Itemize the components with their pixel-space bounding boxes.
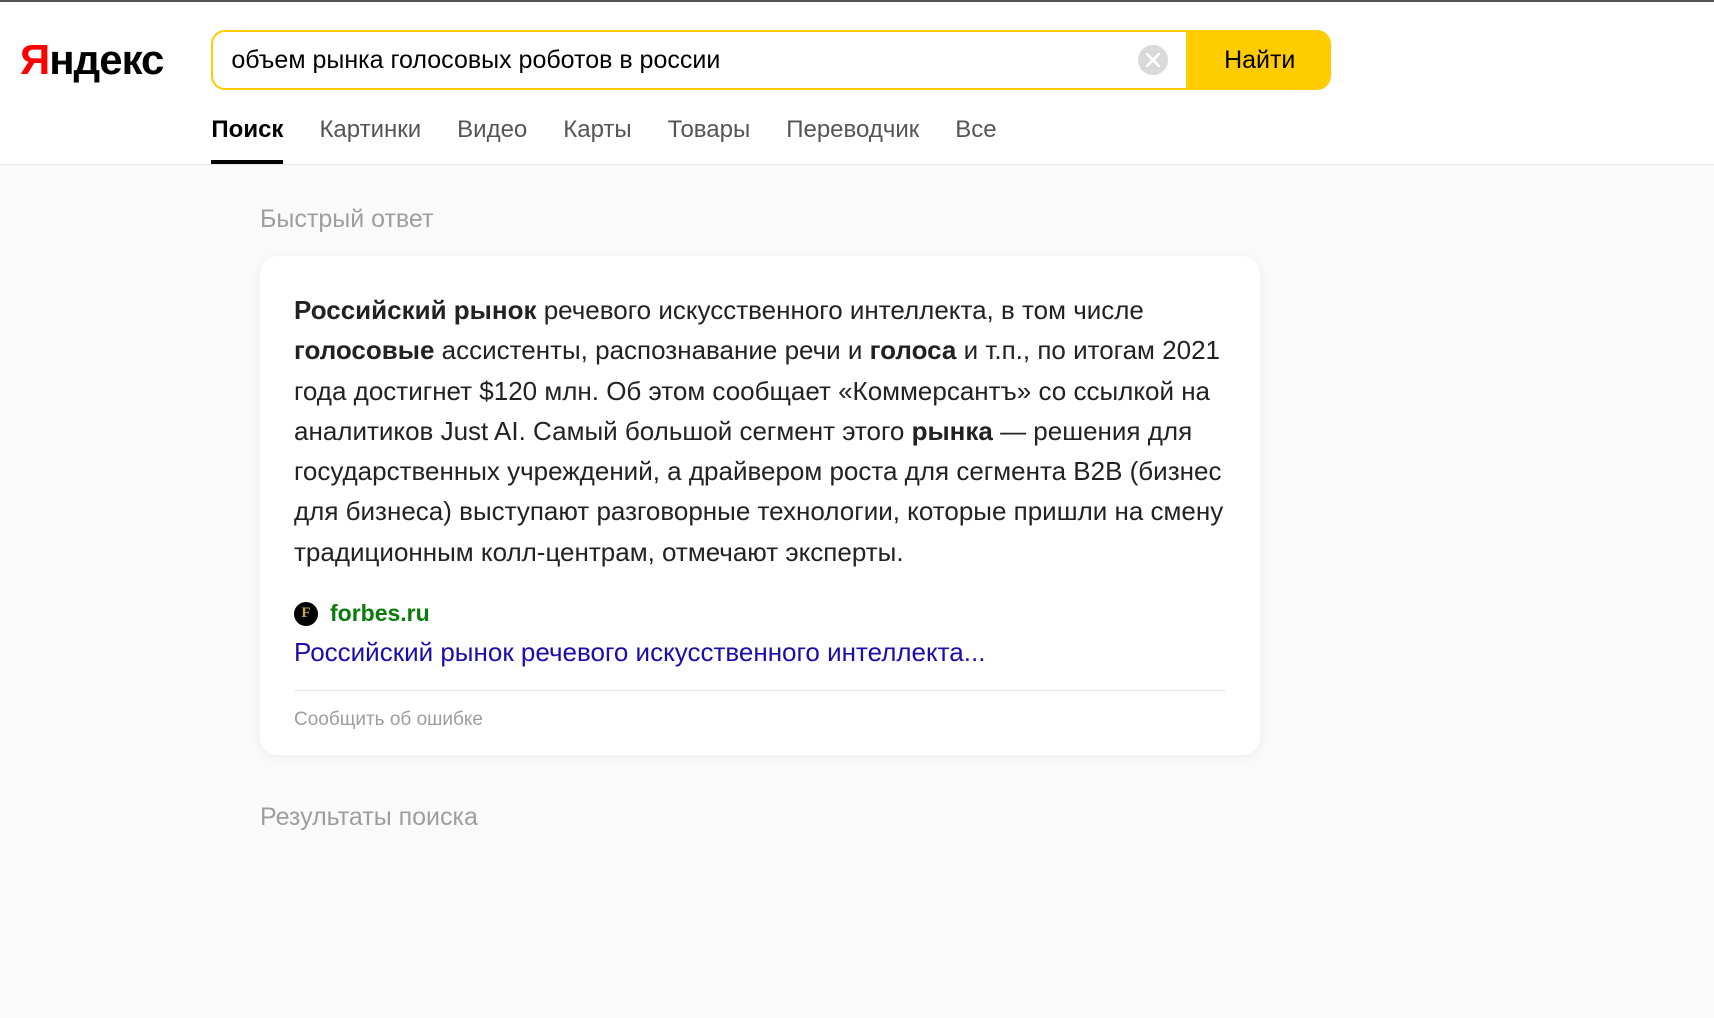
logo-first-char: Я [20,36,49,83]
search-row: Найти [211,30,1331,90]
search-box [211,30,1188,90]
content: Быстрый ответ Российский рынок речевого … [0,165,1400,894]
source-title-link[interactable]: Российский рынок речевого искусственного… [294,637,1226,668]
search-area: Найти Поиск Картинки Видео Карты Товары … [211,30,1331,164]
quick-answer-label: Быстрый ответ [260,205,1380,234]
results-label: Результаты поиска [260,803,1380,832]
source-domain[interactable]: forbes.ru [330,600,430,627]
tab-goods[interactable]: Товары [668,116,751,164]
divider [294,690,1226,691]
logo-rest: ндекс [49,36,163,83]
close-icon [1146,53,1160,67]
tab-all[interactable]: Все [955,116,996,164]
logo[interactable]: Яндекс [20,36,163,84]
source-row: F forbes.ru [294,600,1226,627]
source-favicon: F [294,602,318,626]
quick-answer-card: Российский рынок речевого искусственного… [260,256,1260,755]
tab-video[interactable]: Видео [457,116,527,164]
tab-search[interactable]: Поиск [211,116,283,164]
quick-answer-text: Российский рынок речевого искусственного… [294,290,1226,572]
search-button[interactable]: Найти [1188,30,1331,90]
tabs: Поиск Картинки Видео Карты Товары Перево… [211,116,1331,164]
tab-maps[interactable]: Карты [563,116,631,164]
tab-translator[interactable]: Переводчик [786,116,919,164]
report-error-link[interactable]: Сообщить об ошибке [294,709,1226,731]
tab-images[interactable]: Картинки [319,116,421,164]
header: Яндекс Найти Поиск Картинки Видео Карты … [0,2,1714,165]
search-input[interactable] [231,46,1138,75]
clear-search-button[interactable] [1138,45,1168,75]
